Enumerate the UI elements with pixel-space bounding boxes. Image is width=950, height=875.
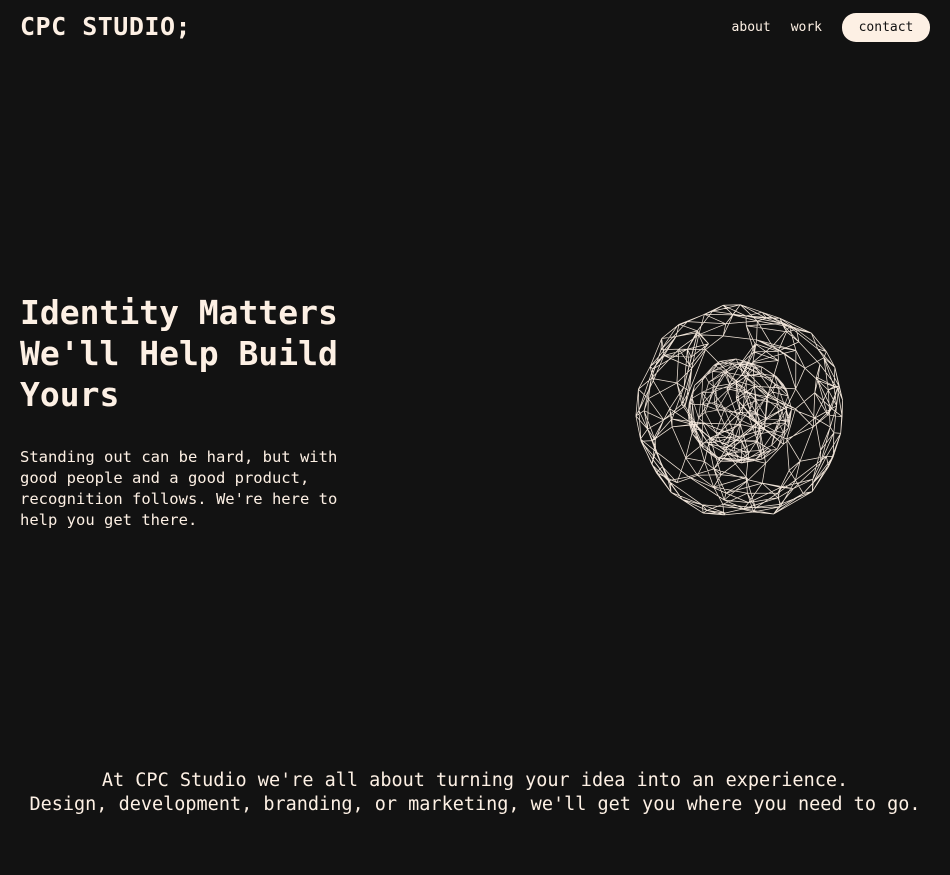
tagline-line: At CPC Studio we're all about turning yo… xyxy=(101,770,849,791)
hero-title: Identity Matters We'll Help Build Yours xyxy=(20,292,360,415)
page: CPC STUDIO; about work contact Identity … xyxy=(0,0,950,875)
hero-subtitle-line: good people and a good product, xyxy=(20,469,310,487)
hero-title-line: Yours xyxy=(20,375,120,414)
hero-subtitle-line: help you get there. xyxy=(20,511,198,529)
tagline: At CPC Studio we're all about turning yo… xyxy=(0,769,950,817)
hero-title-line: We'll Help Build xyxy=(20,334,338,373)
main-nav: about work contact xyxy=(732,13,930,42)
contact-button[interactable]: contact xyxy=(842,13,930,42)
hero-subtitle-line: Standing out can be hard, but with xyxy=(20,448,338,466)
hero-subtitle: Standing out can be hard, but with good … xyxy=(20,447,365,531)
hero-title-line: Identity Matters xyxy=(20,293,338,332)
nav-about-link[interactable]: about xyxy=(732,20,771,35)
sphere-shell xyxy=(635,304,843,516)
nav-work-link[interactable]: work xyxy=(791,20,822,35)
tagline-line: Design, development, branding, or market… xyxy=(29,794,921,815)
wireframe-sphere-icon xyxy=(635,304,843,516)
logo[interactable]: CPC STUDIO; xyxy=(20,12,191,41)
hero-subtitle-line: recognition follows. We're here to xyxy=(20,490,338,508)
